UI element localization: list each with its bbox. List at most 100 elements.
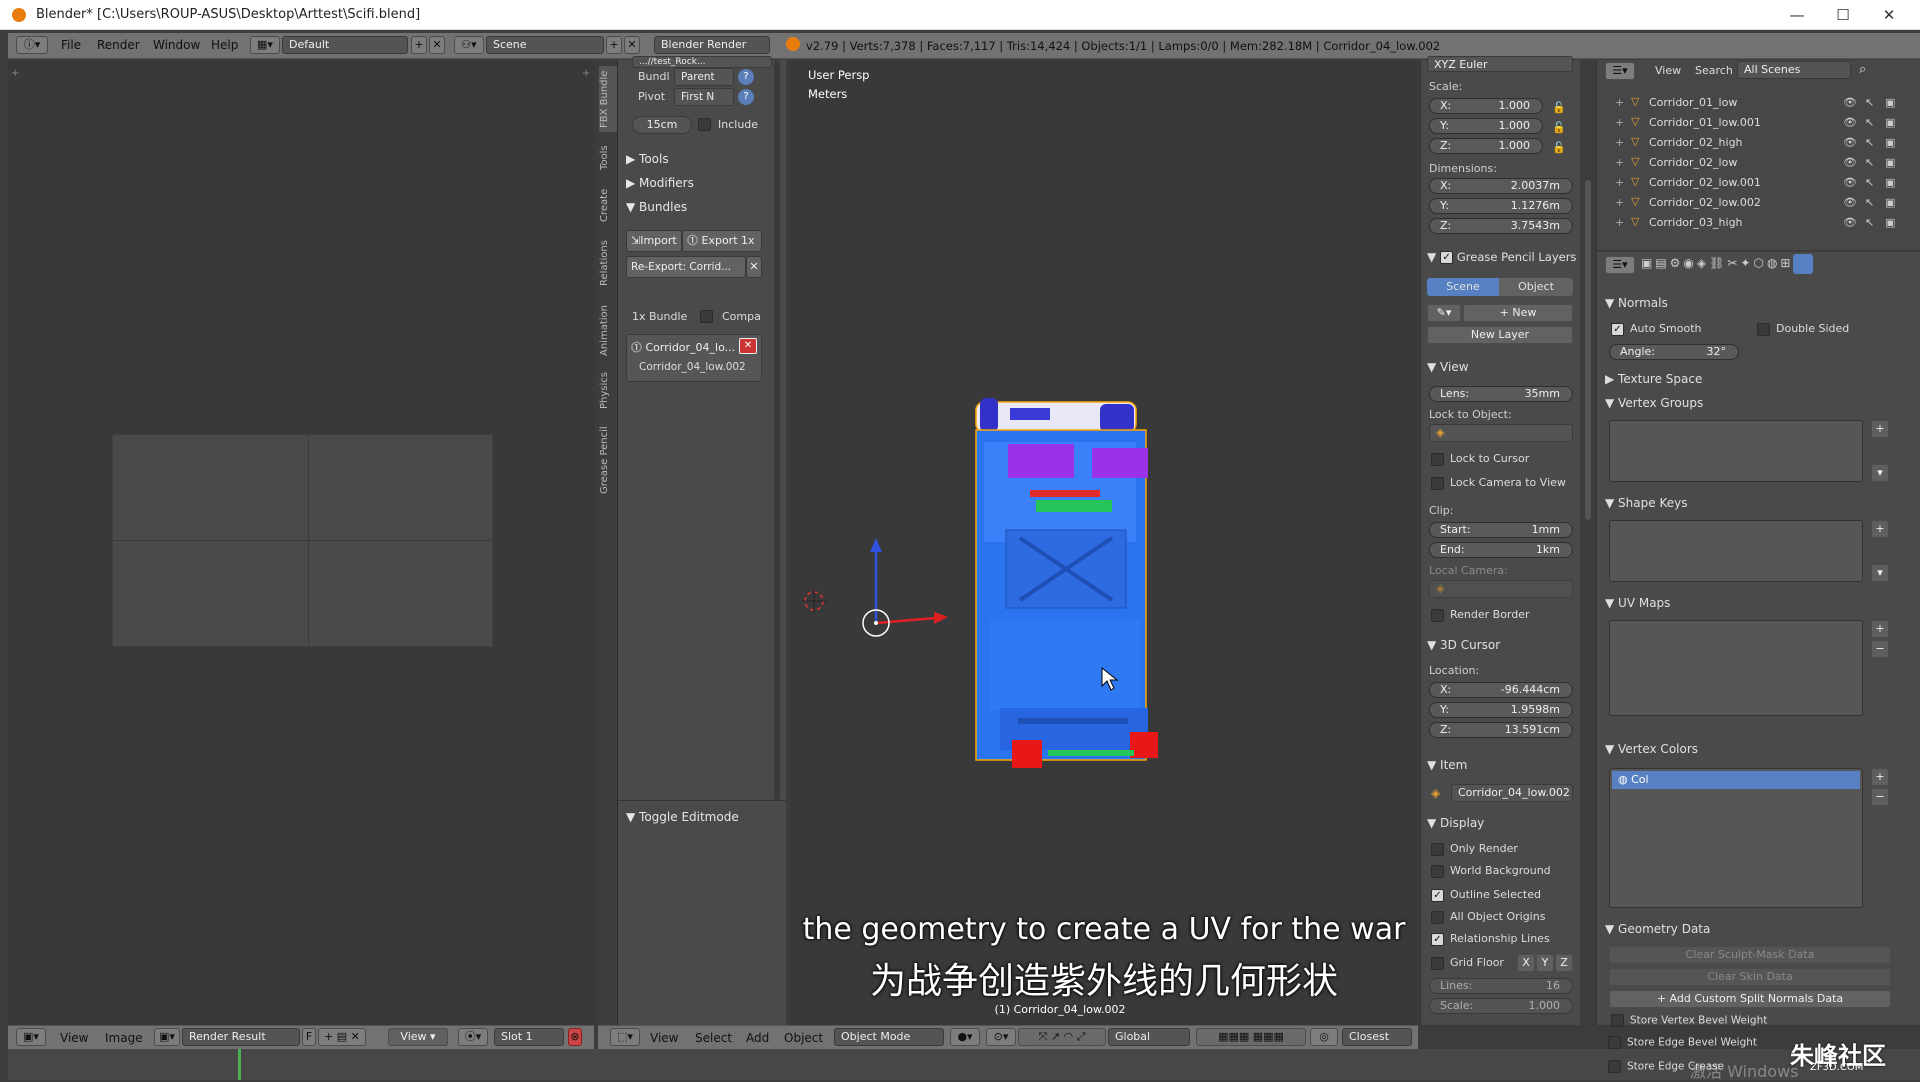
uv-maps-header[interactable]: ▼ UV Maps [1605, 596, 1670, 610]
editor-type-image-icon[interactable]: ▣▾ [16, 1028, 46, 1046]
auto-smooth-checkbox[interactable]: Auto Smooth [1611, 322, 1701, 336]
rotation-mode-dropdown[interactable]: XYZ Euler [1427, 56, 1573, 72]
3d-cursor-panel-header[interactable]: ▼ 3D Cursor [1427, 638, 1500, 652]
lock-layers-icon[interactable]: ◎ [1310, 1028, 1338, 1046]
image-browse-icon[interactable]: ▣▾ [154, 1028, 180, 1046]
cursor-y-field[interactable]: Y: 1.9598m [1429, 702, 1573, 718]
grid-lines-field[interactable]: Lines: 16 [1429, 978, 1573, 994]
menu-file[interactable]: File [61, 38, 81, 52]
outliner-row[interactable]: + ▽ Corridor_02_low.001 👁 ↖ ▣ [1605, 174, 1915, 194]
render-border-checkbox[interactable]: Render Border [1431, 608, 1530, 622]
scene-field[interactable]: Scene [486, 36, 604, 54]
outliner-row[interactable]: + ▽ Corridor_03_high 👁 ↖ ▣ [1605, 214, 1915, 234]
vertex-groups-header[interactable]: ▼ Vertex Groups [1605, 396, 1703, 410]
angle-field[interactable]: Angle: 32° [1609, 344, 1739, 360]
export-button[interactable]: ⓵ Export 1x [682, 230, 762, 252]
visibility-eye-icon[interactable]: 👁 [1843, 116, 1857, 129]
gp-brush-icon[interactable]: ✎▾ [1427, 304, 1461, 322]
outliner-row[interactable]: + ▽ Corridor_02_high 👁 ↖ ▣ [1605, 134, 1915, 154]
local-camera-field[interactable]: ◈ [1429, 580, 1573, 598]
snap-target-dropdown[interactable]: Closest [1342, 1028, 1412, 1046]
clear-sculpt-mask-button[interactable]: Clear Sculpt-Mask Data [1609, 946, 1891, 964]
image-menu-view[interactable]: View [60, 1031, 88, 1045]
grid-floor-checkbox[interactable]: Grid Floor [1431, 956, 1504, 970]
maximize-button[interactable]: ☐ [1820, 0, 1866, 30]
render-slot-icon[interactable]: ⊗ [568, 1028, 582, 1046]
display-panel-header[interactable]: ▼ Display [1427, 816, 1484, 830]
cursor-z-field[interactable]: Z: 13.591cm [1429, 722, 1573, 738]
outliner-menu-view[interactable]: View [1655, 64, 1681, 77]
add-vertex-group-icon[interactable]: + [1871, 420, 1889, 438]
vp-menu-add[interactable]: Add [746, 1031, 769, 1045]
size-field[interactable]: 15cm [632, 116, 692, 134]
current-frame-marker[interactable] [238, 1049, 241, 1080]
display-mode-dropdown[interactable]: All Scenes [1737, 61, 1851, 79]
add-uv-map-icon[interactable]: + [1871, 620, 1889, 638]
gp-new-layer-button[interactable]: New Layer [1427, 326, 1573, 344]
lock-object-field[interactable]: ◈ [1429, 424, 1573, 442]
gp-new-button[interactable]: + New [1463, 304, 1573, 322]
expand-icon[interactable]: + [1615, 96, 1624, 109]
lens-field[interactable]: Lens: 35mm [1429, 386, 1573, 402]
tab-relations[interactable]: Relations [599, 232, 617, 294]
image-menu-image[interactable]: Image [105, 1031, 143, 1045]
expand-icon[interactable]: + [1615, 196, 1624, 209]
tab-grease-pencil[interactable]: Grease Pencil [599, 420, 617, 500]
view-mode-dropdown[interactable]: View ▾ [388, 1028, 448, 1046]
cursor-x-field[interactable]: X: -96.444cm [1429, 682, 1573, 698]
visibility-eye-icon[interactable]: 👁 [1843, 196, 1857, 209]
compa-checkbox[interactable] [700, 310, 713, 323]
outliner-row[interactable]: + ▽ Corridor_02_low 👁 ↖ ▣ [1605, 154, 1915, 174]
outline-selected-checkbox[interactable]: Outline Selected [1431, 888, 1541, 902]
render-camera-icon[interactable]: ▣ [1885, 96, 1895, 109]
dimension-z-field[interactable]: Z: 3.7543m [1429, 218, 1573, 234]
vp-menu-select[interactable]: Select [695, 1031, 732, 1045]
editor-type-3d-icon[interactable]: ⬚▾ [610, 1028, 640, 1046]
toolshelf-scrollbar[interactable] [774, 60, 780, 800]
vp-menu-view[interactable]: View [650, 1031, 678, 1045]
dimension-y-field[interactable]: Y: 1.1276m [1429, 198, 1573, 214]
view-panel-header[interactable]: ▼ View [1427, 360, 1469, 374]
vp-menu-object[interactable]: Object [784, 1031, 823, 1045]
selectable-arrow-icon[interactable]: ↖ [1865, 156, 1874, 169]
close-button[interactable]: ✕ [1866, 0, 1912, 30]
world-background-checkbox[interactable]: World Background [1431, 864, 1551, 878]
vertex-group-menu-icon[interactable]: ▾ [1871, 464, 1889, 482]
lock-camera-checkbox[interactable]: Lock Camera to View [1431, 476, 1566, 490]
render-camera-icon[interactable]: ▣ [1885, 176, 1895, 189]
fbx-path-field[interactable]: ...//test_Rock... [632, 56, 772, 68]
bundle-list-item[interactable]: ⓵ Corridor_04_lo... ✕ Corridor_04_low.00… [626, 334, 762, 382]
delete-scene-icon[interactable]: ✕ [624, 36, 640, 54]
all-object-origins-checkbox[interactable]: All Object Origins [1431, 910, 1545, 924]
lock-to-cursor-checkbox[interactable]: Lock to Cursor [1431, 452, 1529, 466]
toggle-editmode-panel[interactable]: ▼ Toggle Editmode [626, 810, 739, 824]
outliner-row[interactable]: + ▽ Corridor_02_low.002 👁 ↖ ▣ [1605, 194, 1915, 214]
double-sided-checkbox[interactable]: Double Sided [1757, 322, 1849, 336]
tab-tools[interactable]: Tools [599, 138, 617, 178]
pivot-point-icon[interactable]: ⊙▾ [986, 1028, 1016, 1046]
editor-type-outliner-icon[interactable]: ☰▾ [1605, 62, 1635, 80]
selectable-arrow-icon[interactable]: ↖ [1865, 96, 1874, 109]
dimension-x-field[interactable]: X: 2.0037m [1429, 178, 1573, 194]
bundle-help-icon[interactable]: ? [738, 69, 754, 85]
texture-space-header[interactable]: ▶ Texture Space [1605, 372, 1702, 386]
expand-icon[interactable]: + [1615, 176, 1624, 189]
modifiers-panel-header[interactable]: ▶ Modifiers [626, 176, 694, 190]
image-name-field[interactable]: Render Result [182, 1028, 300, 1046]
image-editor[interactable]: + + [8, 60, 594, 1025]
orientation-dropdown[interactable]: Global [1108, 1028, 1190, 1046]
add-vertex-color-icon[interactable]: + [1871, 768, 1889, 786]
visibility-eye-icon[interactable]: 👁 [1843, 216, 1857, 229]
expand-icon[interactable]: + [1615, 216, 1624, 229]
add-scene-icon[interactable]: + [606, 36, 622, 54]
viewport-scene[interactable] [790, 60, 1418, 1025]
only-render-checkbox[interactable]: Only Render [1431, 842, 1518, 856]
properties-context-tabs[interactable]: ▣▤⚙◉◈⛓✂✦⬡◍⊞▦ [1641, 256, 1869, 274]
vertex-colors-list[interactable]: ◍ Col [1609, 768, 1863, 908]
slot-dropdown[interactable]: Slot 1 [494, 1028, 564, 1046]
fake-user-button[interactable]: F [302, 1028, 316, 1046]
region-toggle-plus-icon-right[interactable]: + [582, 68, 590, 79]
pivot-help-icon[interactable]: ? [738, 89, 754, 105]
item-panel-header[interactable]: ▼ Item [1427, 758, 1467, 772]
menu-window[interactable]: Window [153, 38, 200, 52]
